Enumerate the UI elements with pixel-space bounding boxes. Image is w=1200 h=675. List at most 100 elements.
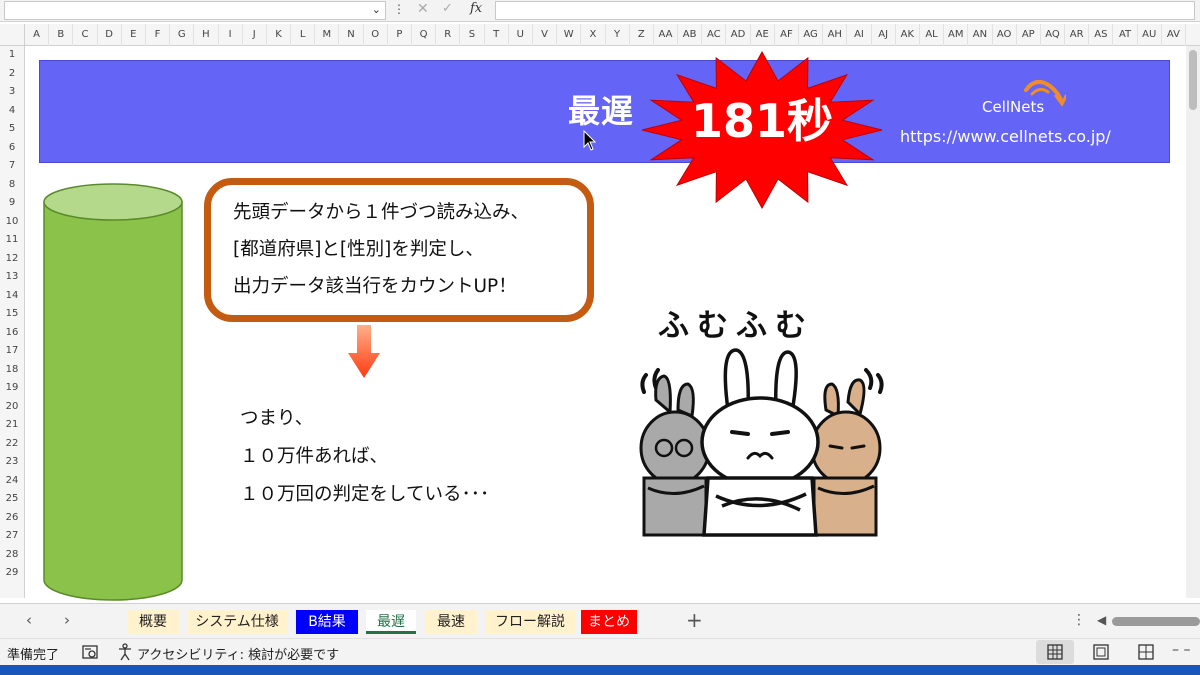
row-header-cell[interactable]: 2 bbox=[0, 65, 24, 84]
column-header-cell[interactable]: AR bbox=[1065, 24, 1090, 46]
row-header-cell[interactable]: 10 bbox=[0, 213, 24, 232]
row-header-cell[interactable]: 7 bbox=[0, 157, 24, 176]
column-header-cell[interactable]: AT bbox=[1113, 24, 1138, 46]
column-header-cell[interactable]: Z bbox=[630, 24, 654, 46]
row-header-cell[interactable]: 26 bbox=[0, 509, 24, 528]
formula-input[interactable] bbox=[495, 1, 1195, 20]
row-header-cell[interactable]: 17 bbox=[0, 342, 24, 361]
column-header-cell[interactable]: AJ bbox=[872, 24, 896, 46]
column-header-cell[interactable]: N bbox=[339, 24, 364, 46]
column-header-cell[interactable]: W bbox=[557, 24, 582, 46]
row-header-cell[interactable]: 16 bbox=[0, 324, 24, 343]
add-sheet-button[interactable]: + bbox=[686, 608, 703, 632]
row-header-cell[interactable]: 20 bbox=[0, 398, 24, 417]
column-header-cell[interactable]: AH bbox=[823, 24, 848, 46]
chevron-down-icon[interactable]: ⌄ bbox=[372, 3, 381, 16]
macro-record-icon[interactable] bbox=[82, 644, 98, 660]
vertical-scrollbar[interactable] bbox=[1186, 46, 1200, 598]
column-header-cell[interactable]: K bbox=[267, 24, 292, 46]
column-header-cell[interactable]: L bbox=[291, 24, 316, 46]
column-header-cell[interactable]: E bbox=[122, 24, 146, 46]
normal-view-button[interactable] bbox=[1036, 640, 1074, 664]
column-header-cell[interactable]: AB bbox=[678, 24, 703, 46]
name-box[interactable]: ⌄ bbox=[4, 1, 386, 20]
row-header-cell[interactable]: 28 bbox=[0, 546, 24, 565]
check-icon[interactable]: ✓ bbox=[442, 1, 453, 16]
sheet-tab[interactable]: フロー解説 bbox=[485, 610, 575, 634]
column-header-cell[interactable]: AS bbox=[1089, 24, 1114, 46]
column-header-cell[interactable]: AP bbox=[1017, 24, 1041, 46]
row-header-cell[interactable]: 25 bbox=[0, 490, 24, 509]
row-header-cell[interactable]: 23 bbox=[0, 453, 24, 472]
row-header-cell[interactable]: 9 bbox=[0, 194, 24, 213]
column-header-cell[interactable]: AD bbox=[726, 24, 751, 46]
column-header-cell[interactable]: A bbox=[25, 24, 50, 46]
row-header-cell[interactable]: 15 bbox=[0, 305, 24, 324]
sheet-tab[interactable]: まとめ bbox=[581, 610, 637, 634]
column-header-cell[interactable]: AA bbox=[654, 24, 679, 46]
row-header-cell[interactable]: 8 bbox=[0, 176, 24, 195]
insert-function-button[interactable]: fx bbox=[470, 1, 482, 16]
more-options-icon[interactable]: ⋮ bbox=[393, 2, 405, 16]
row-header-cell[interactable]: 1 bbox=[0, 46, 24, 65]
column-header-cell[interactable]: F bbox=[146, 24, 171, 46]
accessibility-status-text[interactable]: アクセシビリティ: 検討が必要です bbox=[137, 644, 339, 663]
column-header-cell[interactable]: AL bbox=[920, 24, 945, 46]
chevron-right-icon[interactable]: › bbox=[64, 611, 70, 629]
column-header-cell[interactable]: M bbox=[315, 24, 340, 46]
row-header-cell[interactable]: 12 bbox=[0, 250, 24, 269]
column-header-cell[interactable]: AF bbox=[775, 24, 799, 46]
column-header-cell[interactable]: U bbox=[509, 24, 533, 46]
column-header-cell[interactable]: AO bbox=[993, 24, 1017, 46]
row-header-cell[interactable]: 21 bbox=[0, 416, 24, 435]
zoom-out-button[interactable]: – – bbox=[1172, 642, 1190, 658]
scrollbar-thumb[interactable] bbox=[1189, 50, 1197, 110]
column-header-cell[interactable]: AM bbox=[944, 24, 969, 46]
row-header-cell[interactable]: 4 bbox=[0, 102, 24, 121]
horizontal-scrollbar[interactable] bbox=[1112, 617, 1200, 626]
column-header-cell[interactable]: AU bbox=[1138, 24, 1162, 46]
page-break-view-icon[interactable] bbox=[1136, 643, 1156, 661]
column-header-cell[interactable]: B bbox=[49, 24, 74, 46]
row-header-cell[interactable]: 13 bbox=[0, 268, 24, 287]
column-header-cell[interactable]: S bbox=[460, 24, 485, 46]
column-header-cell[interactable]: AV bbox=[1162, 24, 1186, 46]
column-header-cell[interactable]: I bbox=[219, 24, 243, 46]
row-header-cell[interactable]: 3 bbox=[0, 83, 24, 102]
accessibility-icon[interactable] bbox=[117, 643, 133, 661]
column-header-cell[interactable]: P bbox=[388, 24, 412, 46]
sheet-tab[interactable]: 最速 bbox=[425, 610, 477, 634]
row-header-cell[interactable]: 14 bbox=[0, 287, 24, 306]
sheet-tab[interactable]: 概要 bbox=[127, 610, 179, 634]
column-header-cell[interactable]: AK bbox=[896, 24, 920, 46]
column-header-cell[interactable]: AN bbox=[968, 24, 993, 46]
column-header-cell[interactable]: D bbox=[98, 24, 122, 46]
column-header-cell[interactable]: AQ bbox=[1041, 24, 1066, 46]
select-all-corner[interactable] bbox=[0, 24, 25, 46]
more-options-icon[interactable]: ⋮ bbox=[1072, 612, 1086, 628]
column-header-cell[interactable]: X bbox=[581, 24, 606, 46]
column-header-cell[interactable]: H bbox=[194, 24, 219, 46]
column-header-cell[interactable]: AC bbox=[702, 24, 727, 46]
row-header-cell[interactable]: 24 bbox=[0, 472, 24, 491]
row-header-cell[interactable]: 22 bbox=[0, 435, 24, 454]
column-header-cell[interactable]: AE bbox=[751, 24, 775, 46]
row-header-cell[interactable]: 19 bbox=[0, 379, 24, 398]
cancel-icon[interactable]: ✕ bbox=[417, 1, 429, 17]
column-header-cell[interactable]: C bbox=[73, 24, 98, 46]
column-header-cell[interactable]: V bbox=[533, 24, 558, 46]
column-header-cell[interactable]: T bbox=[485, 24, 509, 46]
row-header-cell[interactable]: 27 bbox=[0, 527, 24, 546]
column-header-cell[interactable]: Q bbox=[412, 24, 437, 46]
column-header-cell[interactable]: Y bbox=[606, 24, 630, 46]
sheet-tab[interactable]: B結果 bbox=[296, 610, 358, 634]
row-header-cell[interactable]: 6 bbox=[0, 139, 24, 158]
column-header-cell[interactable]: AI bbox=[847, 24, 872, 46]
row-header-cell[interactable]: 18 bbox=[0, 361, 24, 380]
column-header-cell[interactable]: J bbox=[243, 24, 267, 46]
column-header-cell[interactable]: O bbox=[364, 24, 388, 46]
sheet-tab[interactable]: 最遅 bbox=[366, 610, 416, 634]
column-header-cell[interactable]: R bbox=[436, 24, 461, 46]
chevron-left-icon[interactable]: ‹ bbox=[26, 611, 32, 629]
column-header-cell[interactable]: AG bbox=[799, 24, 824, 46]
